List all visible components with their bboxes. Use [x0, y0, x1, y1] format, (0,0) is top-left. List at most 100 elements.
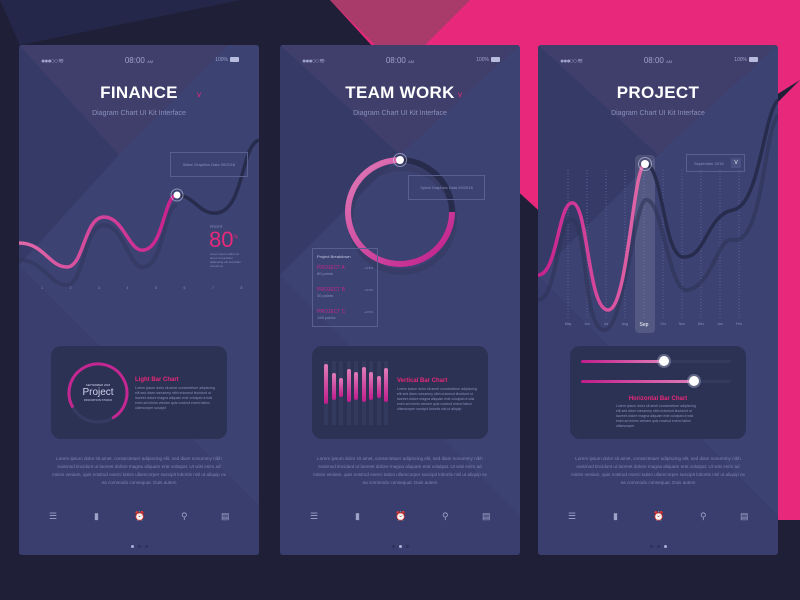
breakdown-item[interactable]: PROJECT A 80 points +0.5%	[317, 265, 373, 287]
chevron-down-icon[interactable]: v	[458, 90, 462, 99]
battery-icon	[491, 57, 500, 63]
project-breakdown: Project Breakdown PROJECT A 80 points +0.5…	[312, 248, 378, 327]
list-icon[interactable]: ☰	[310, 511, 318, 522]
body-text: Lorem ipsum dolor sit amet, consectetuer…	[52, 456, 226, 485]
card-heading: Horizontal Bar Chart	[628, 396, 688, 402]
month-label[interactable]: Jul	[601, 322, 611, 326]
body-text: Lorem ipsum dolor sit amet, consectetuer…	[313, 456, 487, 485]
list-icon[interactable]: ☰	[568, 511, 576, 522]
vertical-bar-chart	[324, 361, 392, 425]
teamwork-screen: ●●●○○ ≋ 08:00 AM 100% TEAM WORK v Diagram …	[280, 45, 520, 555]
alarm-icon[interactable]: ⏰	[134, 511, 145, 522]
ring-label: Project	[82, 387, 114, 398]
bottom-nav: ☰ ▮ ⏰ ⚲ ▤	[19, 511, 259, 523]
page-dots[interactable]	[538, 535, 778, 553]
clock: 08:00	[385, 56, 406, 65]
card-text: Lorem ipsum dolor sit amet consectetuer …	[397, 387, 477, 411]
chevron-down-icon: V	[731, 158, 741, 168]
vertical-bar	[354, 361, 358, 425]
project-points: 30 points	[317, 293, 334, 298]
alarm-icon[interactable]: ⏰	[395, 511, 406, 522]
battery-level: 100%	[215, 57, 228, 63]
x-axis-label: 1	[41, 286, 43, 290]
x-axis-label: 2	[69, 286, 72, 290]
x-axis-label: 8	[240, 286, 243, 290]
document-icon[interactable]: ▤	[740, 511, 749, 522]
card-heading: Light Bar Chart	[135, 377, 179, 383]
page-dots[interactable]	[280, 535, 520, 553]
battery-icon	[749, 57, 758, 63]
project-points: 158 points	[317, 315, 336, 320]
search-icon[interactable]: ⚲	[181, 511, 188, 522]
light-bar-chart-card: SEPTEMBER 2018 Project INNOVATION STUDIO…	[51, 346, 227, 439]
vertical-bar	[339, 361, 343, 425]
vertical-bar	[346, 361, 351, 425]
list-icon[interactable]: ☰	[49, 511, 57, 522]
vertical-bar-chart-card: Vertical Bar Chart Lorem ipsum dolor sit…	[312, 346, 488, 439]
bottom-nav: ☰ ▮ ⏰ ⚲ ▤	[538, 511, 778, 523]
month-label[interactable]: Nov	[677, 322, 687, 326]
slider-handle[interactable]	[658, 356, 669, 366]
breakdown-heading: Project Breakdown	[317, 254, 351, 259]
info-box: Spiral Graphics Data 09/2018	[408, 175, 485, 200]
month-label[interactable]: Sep	[639, 322, 649, 328]
project-screen: ●●●○○ ≋ 08:00 AM 100% PROJECT Diagram Char…	[538, 45, 778, 555]
status-bar: ●●●○○ ≋ 08:00 AM 100%	[19, 56, 259, 67]
horizontal-bar-slider[interactable]	[581, 376, 731, 386]
vertical-bar	[384, 361, 388, 425]
month-label[interactable]: Jan	[715, 322, 725, 326]
finance-screen: ●●●○○ ≋ 08:00 AM 100% FINANCE v Diagram Ch…	[19, 45, 259, 555]
ampm: AM	[666, 59, 673, 64]
info-box: Wave Graphics Data 09/2018	[170, 152, 248, 177]
project-delta: +0.5%	[364, 266, 373, 270]
page-title: PROJECT	[616, 83, 700, 102]
x-axis-label: 7	[212, 286, 214, 290]
body-text: Lorem ipsum dolor sit amet, consectetuer…	[571, 456, 745, 485]
project-delta: +0.0%	[364, 288, 373, 292]
finance-data-point	[173, 191, 181, 199]
page-dots[interactable]	[19, 535, 259, 553]
month-dropdown[interactable]: September 2018 V	[686, 154, 745, 172]
bar-chart-icon[interactable]: ▮	[94, 511, 99, 522]
horizontal-bar-chart-card: Horizontal Bar Chart Lorem ipsum dolor s…	[570, 346, 746, 439]
project-delta: +0.5%	[364, 310, 373, 314]
bar-chart-icon[interactable]: ▮	[613, 511, 618, 522]
ring-handle	[396, 156, 404, 164]
vertical-bar	[376, 361, 381, 425]
project-data-point	[641, 160, 649, 168]
vertical-bar	[324, 361, 328, 425]
project-points: 80 points	[317, 271, 334, 276]
battery-icon	[230, 57, 239, 63]
document-icon[interactable]: ▤	[482, 511, 491, 522]
page-subtitle: Diagram Chart UI Kit Interface	[353, 110, 447, 117]
x-axis-label: 4	[126, 286, 129, 290]
status-bar: ●●●○○ ≋ 08:00 AM 100%	[280, 56, 520, 67]
clock: 08:00	[124, 56, 145, 65]
page-title: TEAM WORK	[345, 83, 455, 102]
battery-level: 100%	[476, 57, 489, 63]
breakdown-item[interactable]: PROJECT C 158 points +0.5%	[317, 309, 373, 331]
stat-value: 80%	[209, 227, 238, 252]
alarm-icon[interactable]: ⏰	[653, 511, 664, 522]
page-subtitle: Diagram Chart UI Kit Interface	[611, 110, 705, 117]
dropdown-value: September 2018	[694, 160, 724, 166]
bar-chart-icon[interactable]: ▮	[355, 511, 360, 522]
search-icon[interactable]: ⚲	[442, 511, 449, 522]
month-label[interactable]: Dec	[696, 322, 706, 326]
horizontal-bar-slider[interactable]	[581, 356, 731, 366]
month-label[interactable]: May	[563, 322, 573, 326]
month-label[interactable]: Feb	[734, 322, 744, 326]
month-label[interactable]: Jun	[582, 322, 592, 326]
x-axis-label: 6	[183, 286, 186, 290]
vertical-bar	[361, 361, 366, 425]
battery-level: 100%	[734, 57, 747, 63]
document-icon[interactable]: ▤	[221, 511, 230, 522]
chevron-down-icon[interactable]: v	[197, 90, 201, 99]
month-label[interactable]: Oct	[658, 322, 668, 326]
clock: 08:00	[643, 56, 664, 65]
breakdown-item[interactable]: PROJECT B 30 points +0.0%	[317, 287, 373, 309]
month-label[interactable]: Aug	[620, 322, 630, 326]
slider-handle[interactable]	[688, 376, 699, 386]
search-icon[interactable]: ⚲	[700, 511, 707, 522]
card-heading: Vertical Bar Chart	[397, 378, 448, 384]
